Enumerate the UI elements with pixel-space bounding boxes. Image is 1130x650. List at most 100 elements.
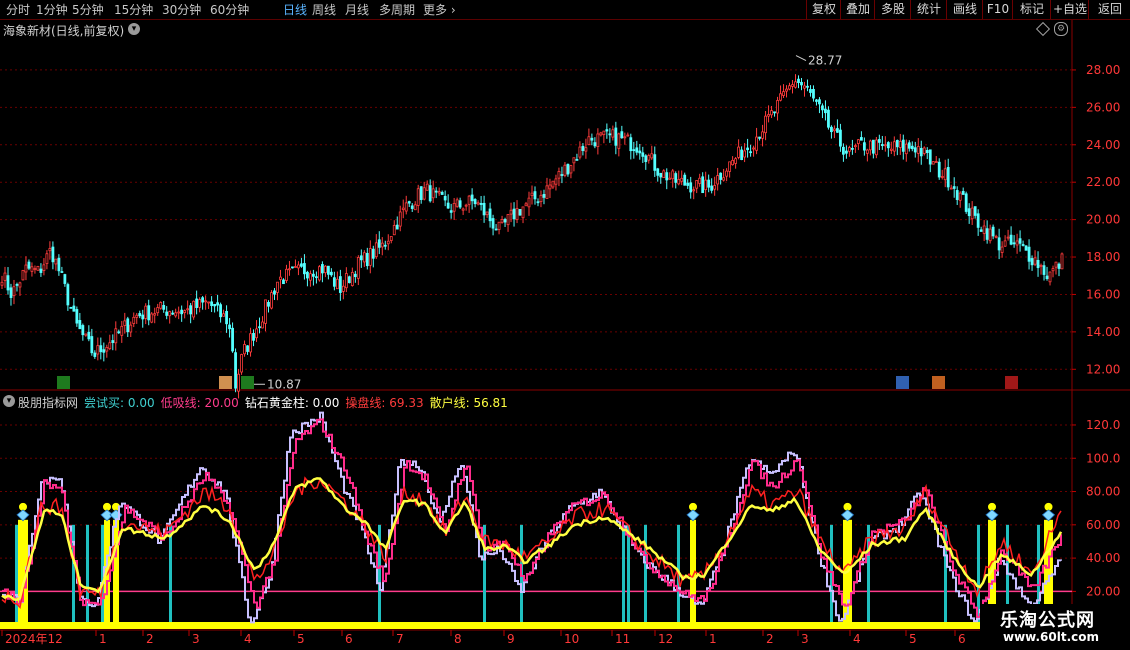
candle-body bbox=[620, 131, 624, 139]
candle-body bbox=[632, 149, 636, 152]
candle-body bbox=[707, 179, 711, 188]
indicator-chevron-icon[interactable]: ▾ bbox=[3, 395, 15, 407]
candle-body bbox=[1015, 240, 1019, 246]
candle-body bbox=[312, 273, 315, 277]
high-label: 28.77 bbox=[808, 54, 842, 68]
candle-body bbox=[482, 202, 486, 216]
date-label-11: 11 bbox=[615, 632, 630, 646]
candle-body bbox=[752, 147, 755, 150]
candle-body bbox=[782, 91, 785, 96]
candle-body bbox=[698, 177, 702, 184]
candle-body bbox=[746, 147, 749, 151]
candle-body bbox=[889, 148, 893, 151]
candle-body bbox=[452, 202, 456, 212]
date-label-14: 2 bbox=[766, 632, 774, 646]
indicator-tick-label-0: 120.0 bbox=[1086, 418, 1120, 432]
candle-body bbox=[803, 85, 806, 89]
diamond-marker-4 bbox=[840, 509, 855, 522]
candle-body bbox=[356, 257, 360, 279]
candle-body bbox=[749, 151, 752, 154]
candle-body bbox=[365, 252, 369, 267]
candle-body bbox=[401, 207, 405, 211]
date-label-18: 6 bbox=[958, 632, 966, 646]
candle-body bbox=[108, 342, 112, 349]
cyan-bar-4 bbox=[169, 524, 172, 628]
candle-body bbox=[195, 298, 199, 309]
candle-body bbox=[533, 191, 537, 200]
candle-body bbox=[1042, 265, 1046, 275]
candle-body bbox=[862, 142, 866, 151]
date-label-4: 4 bbox=[244, 632, 252, 646]
candle-body bbox=[225, 310, 228, 325]
candle-body bbox=[66, 284, 70, 306]
candle-body bbox=[931, 161, 935, 165]
candle-body bbox=[503, 219, 507, 223]
candle-body bbox=[320, 264, 324, 274]
candle-body bbox=[509, 209, 513, 215]
candle-body bbox=[458, 200, 462, 208]
candle-body bbox=[988, 228, 992, 242]
candle-body bbox=[306, 271, 309, 279]
candle-body bbox=[967, 208, 971, 217]
candle-body bbox=[608, 133, 612, 136]
candle-body bbox=[773, 111, 776, 114]
candle-body bbox=[913, 147, 917, 153]
candle-body bbox=[123, 320, 127, 326]
candle-body bbox=[901, 139, 905, 152]
candle-body bbox=[332, 277, 336, 287]
indicator-legend: 股朋指标网 尝试买: 0.00 低吸线: 20.00 钻石黄金柱: 0.00 操盘线: … bbox=[18, 394, 514, 411]
candle-body bbox=[689, 182, 693, 193]
candle-body bbox=[1021, 244, 1025, 246]
chart-canvas: 28.00 26.00 24.00 22.00 20.00 18.00 16.00 14.00… bbox=[0, 20, 1130, 646]
candle-body bbox=[329, 271, 333, 276]
candle-body bbox=[177, 311, 181, 314]
candle-body bbox=[476, 202, 480, 205]
candle-body bbox=[93, 352, 97, 357]
date-label-3: 3 bbox=[192, 632, 200, 646]
candle-body bbox=[916, 146, 920, 154]
candle-body bbox=[925, 150, 929, 154]
candle-body bbox=[970, 207, 974, 220]
candle-body bbox=[551, 180, 555, 188]
indicator-value-0: 尝试买: 0.00 bbox=[84, 396, 155, 410]
candle-body bbox=[554, 178, 558, 185]
candle-body bbox=[210, 301, 214, 306]
date-label-8: 8 bbox=[454, 632, 462, 646]
indicator-value-2: 钻石黄金柱: 0.00 bbox=[244, 396, 340, 410]
diamond-marker-3 bbox=[686, 509, 700, 522]
indicator-tick-label-3: 60.00 bbox=[1086, 518, 1120, 532]
candle-body bbox=[635, 147, 639, 153]
candle-body bbox=[267, 301, 270, 307]
candle-body bbox=[344, 273, 348, 289]
candle-body bbox=[943, 168, 947, 181]
signal-badge-2 bbox=[241, 376, 254, 389]
candle-body bbox=[575, 159, 579, 161]
candle-body bbox=[383, 244, 387, 247]
candle-body bbox=[979, 229, 983, 232]
candle-body bbox=[842, 146, 845, 155]
candle-body bbox=[326, 265, 330, 275]
candle-body bbox=[1024, 245, 1028, 251]
candle-body bbox=[36, 265, 40, 271]
candle-body bbox=[856, 139, 860, 144]
candle-body bbox=[446, 202, 450, 209]
price-tick-label-2: 24.00 bbox=[1086, 138, 1120, 152]
candle-body bbox=[449, 210, 453, 213]
candle-body bbox=[1012, 242, 1016, 245]
candle-body bbox=[761, 131, 764, 139]
candle-body bbox=[949, 187, 953, 190]
candle-body bbox=[297, 264, 300, 269]
candle-body bbox=[572, 157, 576, 164]
candle-body bbox=[830, 126, 833, 133]
candle-body bbox=[1060, 253, 1064, 270]
candle-body bbox=[443, 195, 447, 201]
candle-body bbox=[159, 302, 163, 309]
candle-body bbox=[341, 285, 345, 292]
date-label-12: 12 bbox=[658, 632, 673, 646]
candle-body bbox=[204, 300, 208, 303]
candle-body bbox=[162, 305, 166, 310]
candle-body bbox=[234, 352, 237, 389]
candle-body bbox=[279, 276, 282, 280]
candle-body bbox=[404, 202, 408, 212]
candle-body bbox=[261, 321, 264, 329]
